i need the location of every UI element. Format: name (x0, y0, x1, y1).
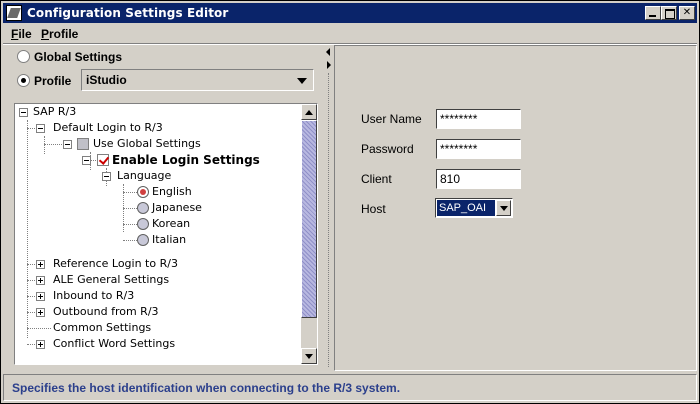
client-field[interactable]: 810 (436, 169, 521, 189)
enable-login-checkbox[interactable] (97, 154, 109, 166)
expand-icon[interactable] (36, 276, 45, 285)
global-settings-radio[interactable]: Global Settings (17, 50, 122, 64)
title-bar[interactable]: Configuration Settings Editor ✕ (3, 3, 697, 23)
tree-node-label: Japanese (152, 201, 202, 214)
tree-node-use-global[interactable]: Use Global Settings (93, 136, 201, 152)
tree-node-conflict-word[interactable]: Conflict Word Settings (53, 336, 175, 352)
panel-splitter[interactable] (325, 45, 333, 369)
user-name-field[interactable]: ******** (436, 109, 521, 129)
tree-node-ale-general[interactable]: ALE General Settings (53, 272, 169, 288)
tree-node-label: English (152, 185, 192, 198)
tree-connector (27, 120, 28, 338)
tree-node-sap-r3[interactable]: SAP R/3 (33, 104, 76, 120)
profile-label: Profile (34, 74, 72, 88)
radio-icon (17, 50, 30, 63)
tree-node-default-login[interactable]: Default Login to R/3 (53, 120, 163, 136)
scroll-down-button[interactable] (301, 348, 317, 364)
close-button[interactable]: ✕ (679, 6, 695, 20)
main-window: Configuration Settings Editor ✕ File Pro… (0, 0, 700, 404)
password-field[interactable]: ******** (436, 139, 521, 159)
language-radio-korean[interactable] (137, 218, 149, 230)
global-settings-label: Global Settings (34, 50, 123, 64)
expand-icon[interactable] (36, 292, 45, 301)
tree-connector (44, 136, 45, 154)
language-radio-japanese[interactable] (137, 202, 149, 214)
tree-node-label: Enable Login Settings (112, 153, 260, 167)
host-dropdown-value: SAP_OAI (437, 200, 495, 216)
maximize-button[interactable] (661, 6, 677, 20)
tree-node-label: Default Login to R/3 (53, 121, 163, 134)
menu-profile[interactable]: Profile (41, 27, 78, 41)
scroll-thumb[interactable] (301, 120, 317, 318)
user-name-label: User Name (361, 112, 422, 126)
password-label: Password (361, 142, 414, 156)
settings-tree-panel: Global Settings Profile iStudio SAP R/3 (5, 45, 325, 369)
tree-node-label: Conflict Word Settings (53, 337, 176, 350)
profile-dropdown[interactable]: iStudio (81, 69, 314, 91)
tree-node-label: Outbound from R/3 (53, 305, 159, 318)
tree-node-enable-login[interactable]: Enable Login Settings (112, 152, 260, 168)
collapse-icon[interactable] (82, 156, 91, 165)
tree-node-english[interactable]: English (152, 184, 192, 200)
tree-node-italian[interactable]: Italian (152, 232, 186, 248)
chevron-down-icon[interactable] (496, 200, 511, 216)
tree-connector (123, 240, 137, 241)
window-title: Configuration Settings Editor (27, 6, 229, 20)
menu-profile-mnemonic: P (41, 27, 50, 41)
tree-node-japanese[interactable]: Japanese (152, 200, 202, 216)
collapse-left-icon[interactable] (326, 48, 330, 56)
tree-node-label: Language (117, 169, 172, 182)
tree-node-reference-login[interactable]: Reference Login to R/3 (53, 256, 178, 272)
use-global-checkbox[interactable] (77, 138, 89, 150)
menu-file-label: ile (18, 27, 32, 41)
tree-connector (123, 208, 137, 209)
tree-connector (27, 328, 51, 329)
menu-file[interactable]: File (11, 27, 32, 41)
tree-node-outbound[interactable]: Outbound from R/3 (53, 304, 159, 320)
profile-dropdown-value: iStudio (86, 73, 127, 87)
client-label: Client (361, 172, 392, 186)
tree-node-inbound[interactable]: Inbound to R/3 (53, 288, 134, 304)
language-radio-english[interactable] (137, 186, 149, 198)
scroll-up-button[interactable] (301, 104, 317, 120)
tree-node-korean[interactable]: Korean (152, 216, 190, 232)
tree-connector (123, 224, 137, 225)
host-label: Host (361, 202, 386, 216)
profile-radio[interactable]: Profile (17, 74, 71, 88)
tree-node-label: Korean (152, 217, 191, 230)
collapse-icon[interactable] (102, 172, 111, 181)
tree-node-label: ALE General Settings (53, 273, 170, 286)
tree-scrollbar[interactable] (301, 104, 317, 364)
chevron-down-icon (297, 78, 307, 84)
status-message: Specifies the host identification when c… (12, 381, 401, 395)
minimize-button[interactable] (645, 6, 661, 20)
tree-node-label: SAP R/3 (33, 105, 77, 118)
status-bar: Specifies the host identification when c… (3, 374, 697, 401)
collapse-icon[interactable] (63, 140, 72, 149)
tree-content: SAP R/3 Default Login to R/3 Use Global … (15, 104, 301, 364)
login-settings-panel: User Name ******** Password ******** Cli… (334, 45, 697, 371)
tree-connector (123, 192, 137, 193)
collapse-icon[interactable] (19, 108, 28, 117)
tree-node-label: Common Settings (53, 321, 152, 334)
expand-icon[interactable] (36, 260, 45, 269)
language-radio-italian[interactable] (137, 234, 149, 246)
tree-node-label: Inbound to R/3 (53, 289, 135, 302)
tree-node-label: Italian (152, 233, 187, 246)
settings-tree: SAP R/3 Default Login to R/3 Use Global … (14, 103, 318, 365)
tree-node-label: Use Global Settings (93, 137, 201, 150)
radio-selected-icon (17, 74, 30, 87)
host-dropdown[interactable]: SAP_OAI (435, 198, 513, 218)
collapse-icon[interactable] (36, 124, 45, 133)
tree-node-language[interactable]: Language (117, 168, 171, 184)
expand-icon[interactable] (36, 308, 45, 317)
menu-bar: File Profile (3, 25, 697, 44)
tree-node-common[interactable]: Common Settings (53, 320, 151, 336)
collapse-right-icon[interactable] (327, 61, 331, 69)
tree-node-label: Reference Login to R/3 (53, 257, 178, 270)
expand-icon[interactable] (36, 340, 45, 349)
app-icon[interactable] (6, 5, 22, 21)
splitter-grip (328, 73, 329, 367)
menu-profile-label: rofile (49, 27, 79, 41)
